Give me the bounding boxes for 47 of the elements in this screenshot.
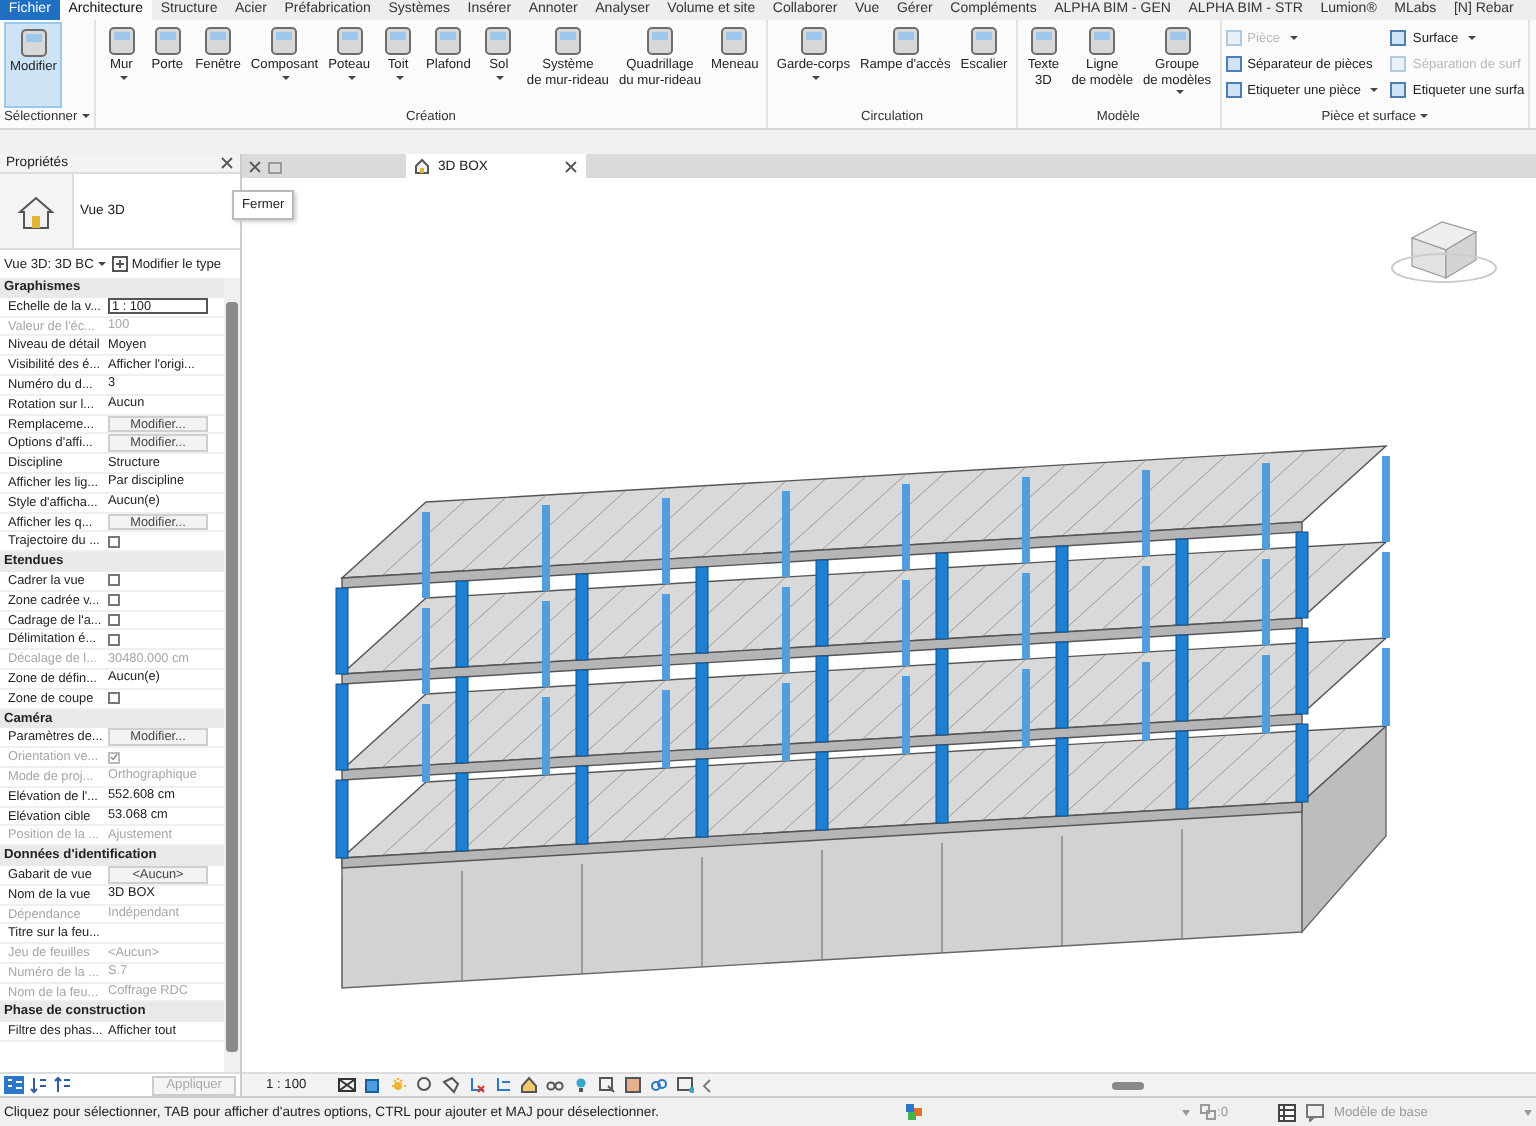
tool-icon xyxy=(15,26,52,60)
glasses-icon[interactable] xyxy=(546,1076,565,1094)
caret-icon xyxy=(396,75,405,79)
comment-icon xyxy=(1306,1103,1324,1121)
edit-icon xyxy=(111,256,128,272)
sort-icon xyxy=(30,1076,48,1094)
caret-icon[interactable] xyxy=(1181,1109,1189,1115)
caret-icon xyxy=(1175,90,1184,94)
caret-icon xyxy=(1290,36,1299,40)
caret-icon xyxy=(347,75,356,79)
caret-icon xyxy=(1468,36,1477,40)
crop-region-icon[interactable] xyxy=(494,1076,513,1094)
frame-icon[interactable] xyxy=(676,1076,695,1094)
view-cube-drawing[interactable] xyxy=(1391,221,1497,283)
scrollbar[interactable] xyxy=(224,278,240,1072)
caret-icon xyxy=(81,114,90,119)
scroll-thumb[interactable] xyxy=(226,302,238,1052)
bulb-icon[interactable] xyxy=(572,1076,591,1094)
link-icon[interactable] xyxy=(650,1076,669,1094)
filter-icon xyxy=(1199,1104,1215,1120)
detail-level-icon[interactable] xyxy=(338,1076,357,1094)
chevron-left-icon[interactable] xyxy=(702,1077,713,1093)
sort-icon xyxy=(54,1076,72,1094)
caret-icon xyxy=(282,75,291,79)
checkbox[interactable] xyxy=(108,692,120,705)
house-icon xyxy=(16,193,56,229)
caret-icon xyxy=(496,75,505,79)
checkbox[interactable] xyxy=(108,594,120,607)
checkbox[interactable] xyxy=(108,633,120,646)
close-icon[interactable] xyxy=(220,156,234,170)
caret-icon xyxy=(97,261,106,266)
close-icon[interactable] xyxy=(564,159,578,173)
checkbox[interactable] xyxy=(108,613,120,626)
caret-icon xyxy=(119,75,128,79)
caret-icon xyxy=(1370,88,1379,92)
close-icon[interactable] xyxy=(248,159,262,173)
caret-icon xyxy=(1420,114,1428,119)
house-icon xyxy=(414,158,430,174)
caret-icon xyxy=(811,75,820,79)
table-icon xyxy=(1278,1103,1296,1121)
worksets-icon xyxy=(904,1102,924,1122)
scroll-thumb[interactable] xyxy=(1112,1081,1145,1089)
caret-icon[interactable] xyxy=(1524,1109,1532,1115)
window-icon xyxy=(268,159,284,173)
crop-icon[interactable] xyxy=(468,1076,487,1094)
checkbox[interactable] xyxy=(108,535,120,548)
checkbox[interactable] xyxy=(108,574,120,587)
